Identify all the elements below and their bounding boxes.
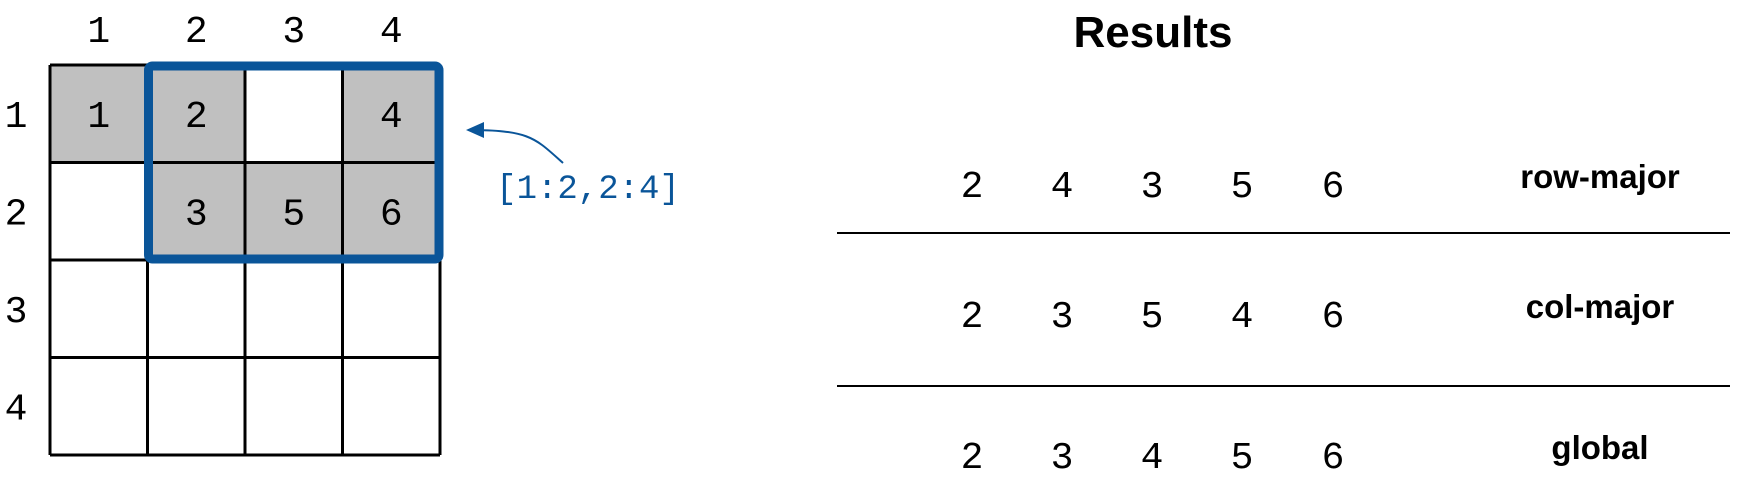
grid-cell-value: 1 [87, 96, 110, 139]
result-value: 3 [1141, 166, 1164, 209]
grid-cell-value: 4 [380, 96, 403, 139]
selection-label: [1:2,2:4] [496, 171, 680, 209]
row-header: 1 [5, 96, 28, 139]
result-value: 5 [1231, 166, 1254, 209]
grid-cell-value: 3 [185, 193, 208, 236]
result-label: col-major [1526, 288, 1675, 325]
column-header: 4 [380, 11, 403, 54]
result-label: global [1551, 429, 1648, 466]
result-value: 5 [1231, 437, 1254, 480]
row-header: 4 [5, 388, 28, 431]
column-header: 2 [185, 11, 208, 54]
grid-cell-value: 2 [185, 96, 208, 139]
result-value: 4 [1141, 437, 1164, 480]
result-value: 4 [1231, 296, 1254, 339]
matrix-grid: 1 2 4 3 5 6 1 2 3 4 1 2 3 4 [5, 11, 442, 457]
result-value: 3 [1051, 296, 1074, 339]
result-value: 5 [1141, 296, 1164, 339]
result-value: 4 [1051, 166, 1074, 209]
result-value: 2 [961, 296, 984, 339]
result-value: 3 [1051, 437, 1074, 480]
results-panel: Results 2 4 3 5 6 row-major 2 3 5 4 6 col-major 2 3 4 5 6… [837, 8, 1730, 480]
results-title: Results [1074, 8, 1233, 57]
grid-cell-value: 6 [380, 193, 403, 236]
result-value: 6 [1322, 296, 1345, 339]
result-value: 6 [1322, 166, 1345, 209]
result-label: row-major [1520, 158, 1680, 195]
column-header: 3 [282, 11, 305, 54]
selection-arrow [466, 122, 564, 164]
array-slicing-diagram: 1 2 4 3 5 6 1 2 3 4 1 2 3 4 [1:2,2:4] Results 2 4 3 5 6 row… [5, 8, 1730, 480]
result-value: 2 [961, 437, 984, 480]
grid-cell-value: 5 [282, 193, 305, 236]
result-value: 6 [1322, 437, 1345, 480]
column-header: 1 [87, 11, 110, 54]
row-header: 3 [5, 291, 28, 334]
row-header: 2 [5, 193, 28, 236]
result-value: 2 [961, 166, 984, 209]
